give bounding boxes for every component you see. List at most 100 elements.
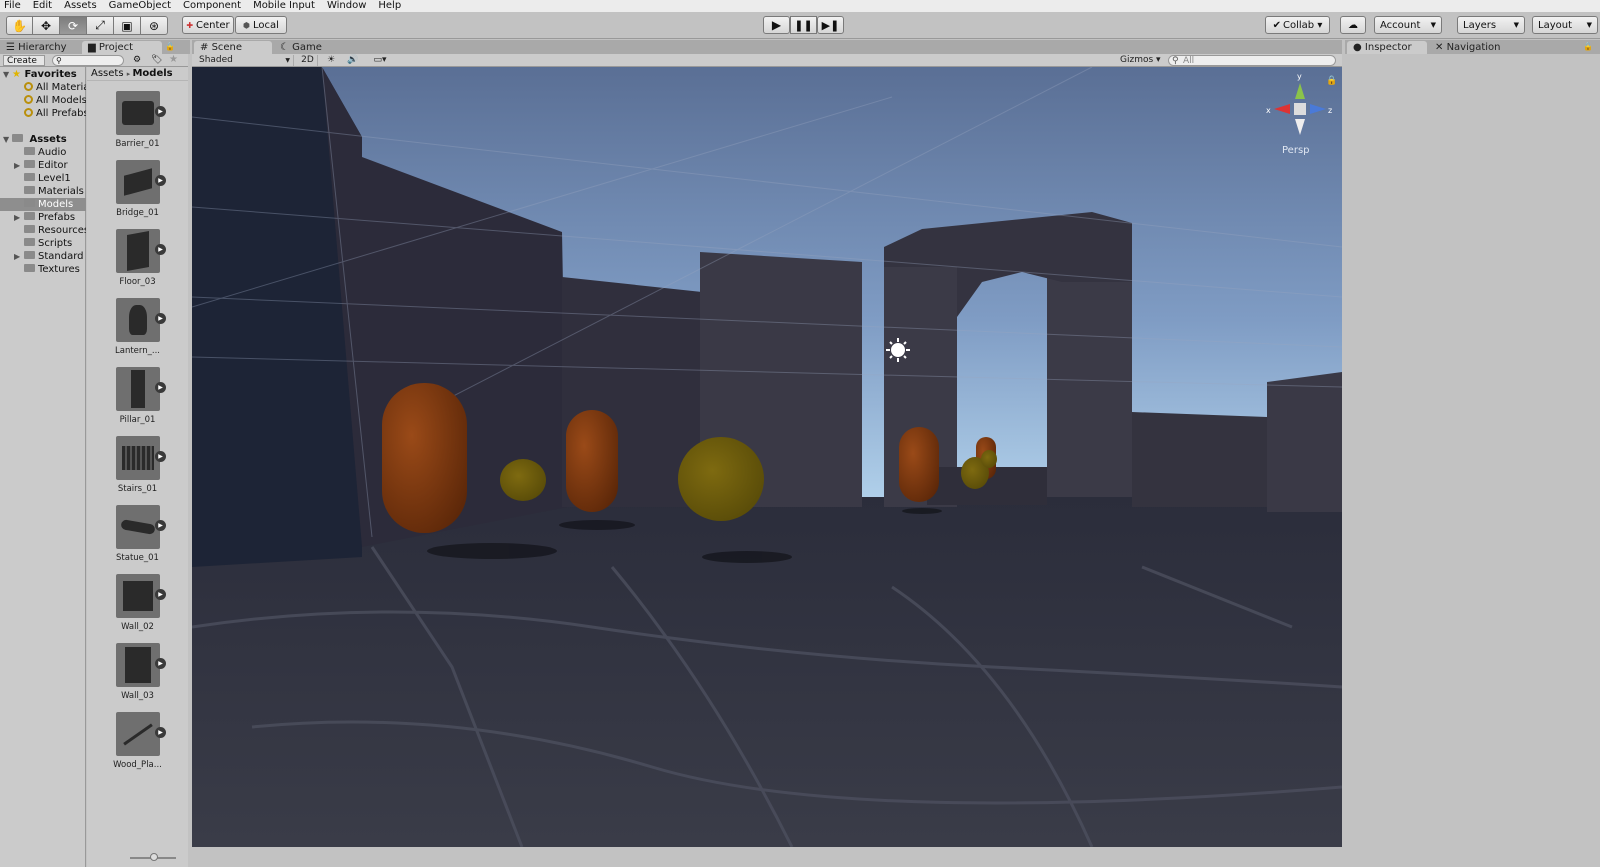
grid-icon: # xyxy=(200,42,212,53)
folder-icon xyxy=(24,173,35,181)
assets-header[interactable]: ▼ Assets xyxy=(0,133,86,146)
expand-arrow-icon: ▼ xyxy=(3,135,10,144)
transform-tool-icon[interactable]: ⊛ xyxy=(141,16,168,35)
pause-button[interactable]: ❚❚ xyxy=(790,16,817,34)
expand-play-icon[interactable]: ▶ xyxy=(155,313,166,324)
menu-mobile-input[interactable]: Mobile Input xyxy=(253,0,315,12)
cylinder xyxy=(500,459,546,501)
filter-label-icon[interactable]: 🏷 xyxy=(151,55,162,65)
folder-item[interactable]: ▶ Editor xyxy=(0,159,86,172)
folder-icon: ▆ xyxy=(88,42,99,53)
favorite-item[interactable]: All Materia xyxy=(0,81,86,94)
effects-icon[interactable]: ▭▾ xyxy=(366,55,394,66)
asset-item[interactable]: ▶ Floor_03 xyxy=(87,229,188,298)
expand-play-icon[interactable]: ▶ xyxy=(155,589,166,600)
local-label: Local xyxy=(253,19,279,31)
capsule xyxy=(566,410,618,512)
search-icon: ⚲ xyxy=(1172,56,1179,66)
menu-gameobject[interactable]: GameObject xyxy=(109,0,171,12)
favorites-header[interactable]: ▼ ★ Favorites xyxy=(0,68,86,81)
left-tabbar: ☰ Hierarchy ▆ Project 🔒 xyxy=(0,40,190,54)
folder-item-selected[interactable]: Models xyxy=(0,198,86,211)
hand-tool-icon[interactable]: ✋ xyxy=(6,16,33,35)
expand-play-icon[interactable]: ▶ xyxy=(155,106,166,117)
tab-project[interactable]: ▆ Project xyxy=(82,41,162,54)
expand-play-icon[interactable]: ▶ xyxy=(155,244,166,255)
expand-play-icon[interactable]: ▶ xyxy=(155,658,166,669)
account-dropdown[interactable]: Account ▼ xyxy=(1374,16,1442,34)
expand-play-icon[interactable]: ▶ xyxy=(155,520,166,531)
asset-item[interactable]: ▶ Statue_01 xyxy=(87,505,188,574)
gizmos-dropdown[interactable]: Gizmos ▾ xyxy=(1120,55,1162,66)
menu-assets[interactable]: Assets xyxy=(64,0,97,12)
asset-item[interactable]: ▶ Lantern_... xyxy=(87,298,188,367)
expand-arrow-icon: ▶ xyxy=(14,252,21,261)
folder-item[interactable]: ▶ Standard A xyxy=(0,250,86,263)
persp-label: Persp xyxy=(1282,145,1310,156)
shading-mode-dropdown[interactable]: Shaded ▼ xyxy=(196,55,294,66)
expand-play-icon[interactable]: ▶ xyxy=(155,451,166,462)
collab-label: Collab ▾ xyxy=(1283,19,1323,31)
breadcrumb-root[interactable]: Assets xyxy=(91,68,124,79)
asset-item[interactable]: ▶ Pillar_01 xyxy=(87,367,188,436)
asset-item[interactable]: ▶ Bridge_01 xyxy=(87,160,188,229)
audio-icon[interactable]: 🔊 xyxy=(344,55,362,66)
folder-item[interactable]: Materials xyxy=(0,185,86,198)
folder-item[interactable]: Audio xyxy=(0,146,86,159)
cloud-button[interactable]: ☁ xyxy=(1340,16,1366,34)
asset-item[interactable]: ▶ Wall_02 xyxy=(87,574,188,643)
lock-icon[interactable]: 🔒 xyxy=(1583,42,1593,51)
rect-tool-icon[interactable]: ▣ xyxy=(114,16,141,35)
favorite-item[interactable]: All Prefabs xyxy=(0,107,86,120)
menu-file[interactable]: File xyxy=(4,0,21,12)
favorite-star-icon[interactable]: ★ xyxy=(169,54,178,65)
layers-dropdown[interactable]: Layers ▼ xyxy=(1457,16,1525,34)
layout-dropdown[interactable]: Layout ▼ xyxy=(1532,16,1598,34)
folder-item[interactable]: Resources xyxy=(0,224,86,237)
lighting-icon[interactable]: ☀ xyxy=(322,55,340,66)
folder-item[interactable]: ▶ Prefabs xyxy=(0,211,86,224)
menu-edit[interactable]: Edit xyxy=(33,0,52,12)
floor xyxy=(192,497,1342,847)
asset-item[interactable]: ▶ Barrier_01 xyxy=(87,91,188,160)
asset-item[interactable]: ▶ Wall_03 xyxy=(87,643,188,712)
folder-item[interactable]: Textures xyxy=(0,263,86,276)
lock-icon[interactable]: 🔒 xyxy=(165,42,175,51)
menu-component[interactable]: Component xyxy=(183,0,241,12)
folder-icon xyxy=(24,238,35,246)
expand-play-icon[interactable]: ▶ xyxy=(155,382,166,393)
asset-label: Bridge_01 xyxy=(116,208,159,218)
play-button[interactable]: ▶ xyxy=(763,16,790,34)
scene-viewport[interactable]: x y z Persp 🔒 xyxy=(192,67,1342,847)
pivot-center-button[interactable]: ✚ Center xyxy=(182,16,234,34)
tab-scene[interactable]: # Scene xyxy=(194,41,272,54)
scene-search-input[interactable]: ⚲ All xyxy=(1168,55,1336,66)
scene-render[interactable]: x y z Persp 🔒 xyxy=(192,67,1342,847)
scale-tool-icon[interactable]: ⤢ xyxy=(87,16,114,35)
tab-hierarchy[interactable]: ☰ Hierarchy xyxy=(0,41,80,54)
asset-item[interactable]: ▶ Stairs_01 xyxy=(87,436,188,505)
slider-handle[interactable] xyxy=(150,853,158,861)
collab-button[interactable]: ✔ Collab ▾ xyxy=(1265,16,1330,34)
expand-play-icon[interactable]: ▶ xyxy=(155,175,166,186)
folder-item[interactable]: Scripts xyxy=(0,237,86,250)
breadcrumb-current[interactable]: Models xyxy=(132,68,172,79)
step-button[interactable]: ▶❚ xyxy=(817,16,844,34)
expand-arrow-icon: ▼ xyxy=(3,70,10,79)
filter-type-icon[interactable]: ⚙ xyxy=(133,55,141,65)
pivot-local-button[interactable]: ⬢ Local xyxy=(235,16,287,34)
2d-toggle[interactable]: 2D xyxy=(298,55,318,66)
tab-game[interactable]: ☾ Game xyxy=(274,41,344,54)
tab-inspector[interactable]: ● Inspector xyxy=(1347,41,1427,54)
asset-item[interactable]: ▶ Wood_Pla... xyxy=(87,712,188,781)
move-tool-icon[interactable]: ✥ xyxy=(33,16,60,35)
tab-navigation[interactable]: ✕ Navigation xyxy=(1429,41,1519,54)
favorite-item[interactable]: All Models xyxy=(0,94,86,107)
expand-play-icon[interactable]: ▶ xyxy=(155,727,166,738)
menu-help[interactable]: Help xyxy=(378,0,401,12)
menu-window[interactable]: Window xyxy=(327,0,366,12)
rotate-tool-icon[interactable]: ⟳ xyxy=(60,16,87,35)
project-search-input[interactable]: ⚲ xyxy=(52,55,124,66)
folder-item[interactable]: Level1 xyxy=(0,172,86,185)
create-button[interactable]: Create ▾ xyxy=(3,55,45,77)
